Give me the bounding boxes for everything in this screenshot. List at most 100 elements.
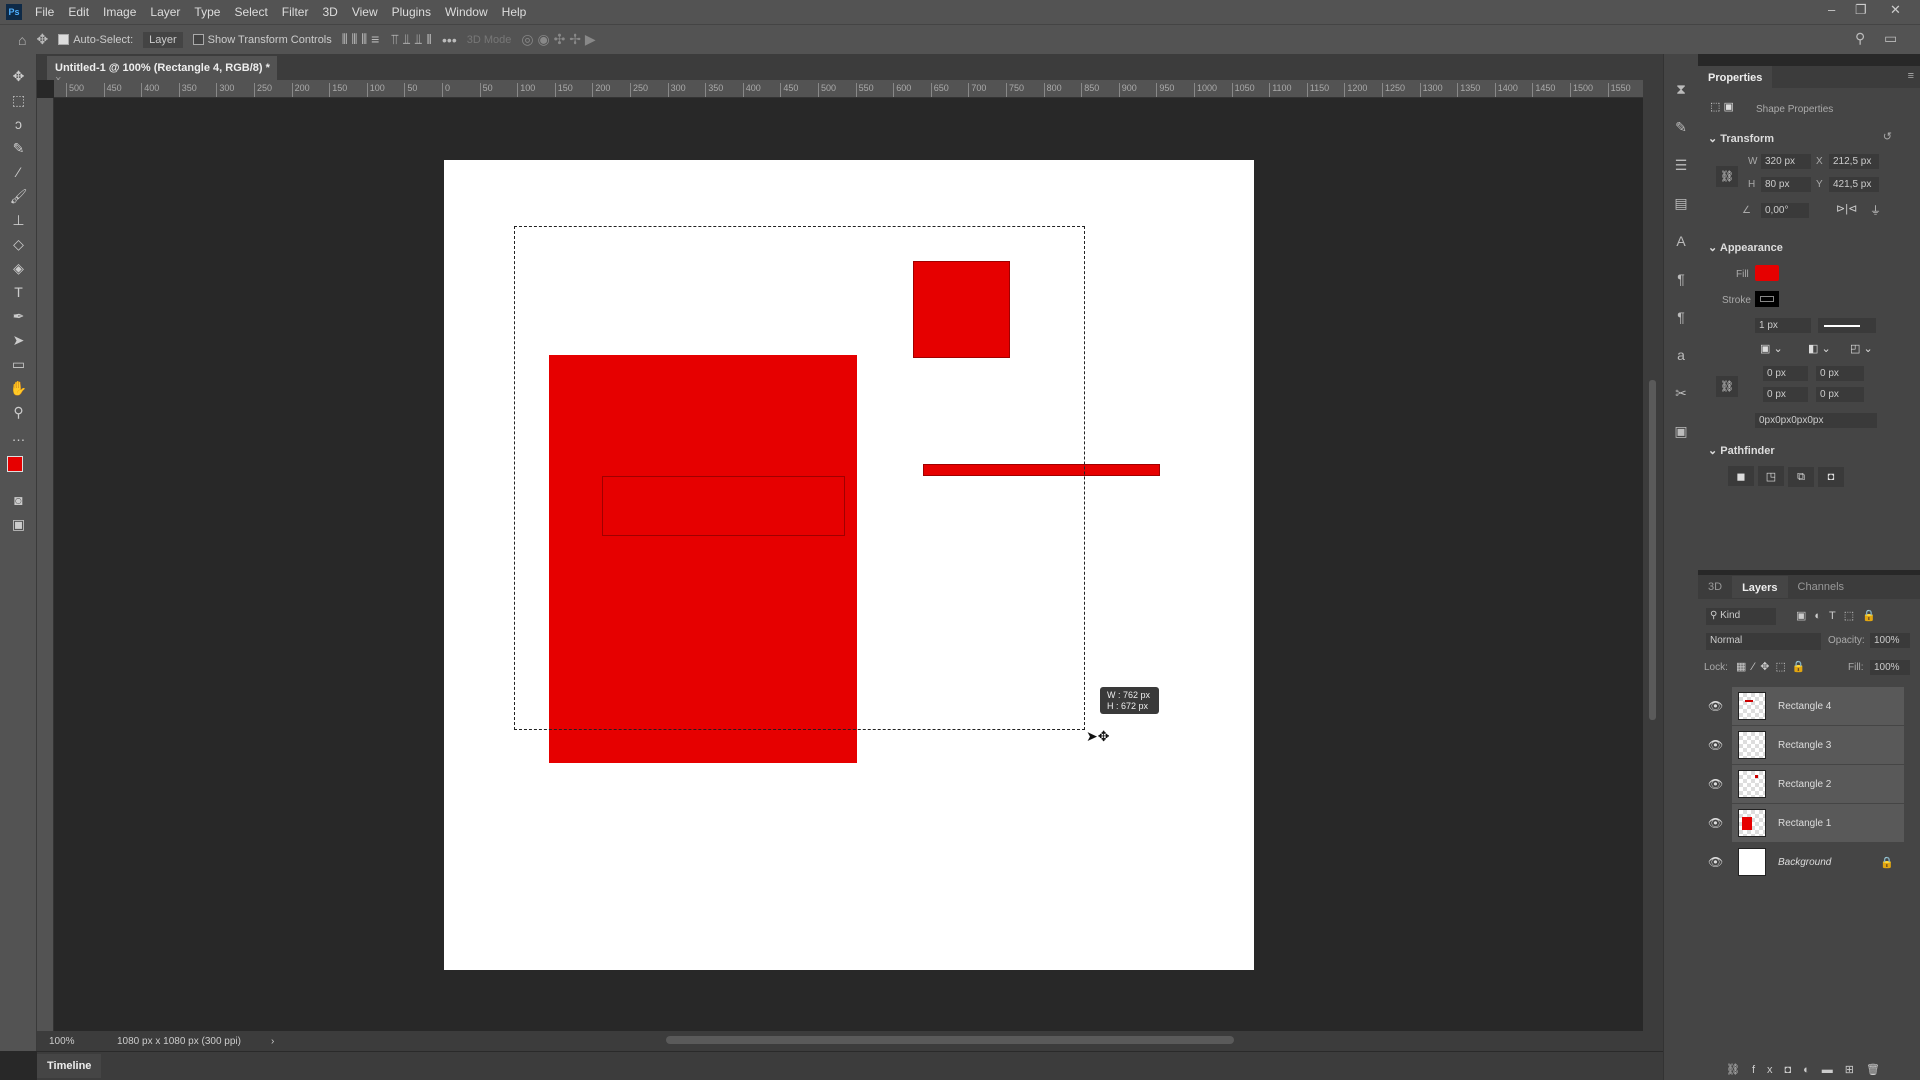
horizontal-scrollbar[interactable] (666, 1036, 1234, 1044)
transform-section[interactable]: ⌄ Transform (1708, 132, 1774, 145)
history-icon[interactable]: ⧗ (1664, 70, 1698, 108)
properties-tab[interactable]: Properties (1698, 66, 1773, 88)
status-arrow-icon[interactable]: › (271, 1036, 274, 1047)
type-tool-icon[interactable]: T (0, 280, 37, 304)
stroke-corner-icon[interactable]: ◰ ⌄ (1850, 342, 1873, 355)
lasso-tool-icon[interactable]: ↄ (0, 112, 37, 136)
menu-3d[interactable]: 3D (315, 5, 344, 19)
intersect-shapes-icon[interactable]: ⧉ (1788, 467, 1814, 487)
libraries-icon[interactable]: ▤ (1664, 184, 1698, 222)
visibility-eye-icon[interactable]: 👁 (1708, 738, 1723, 752)
path-select-tool-icon[interactable]: ➤ (0, 328, 37, 352)
hand-tool-icon[interactable]: ✋ (0, 376, 37, 400)
glyphs-icon[interactable]: a (1664, 336, 1698, 374)
angle-field[interactable]: 0,00° (1761, 203, 1809, 218)
menu-window[interactable]: Window (438, 5, 495, 19)
stroke-style-dropdown[interactable] (1818, 318, 1876, 333)
opacity-field[interactable]: 100% (1870, 633, 1910, 648)
layer-row-rectangle-1[interactable]: Rectangle 1 (1732, 804, 1904, 842)
pen-tool-icon[interactable]: ✒ (0, 304, 37, 328)
corner-bottom-right-field[interactable]: 0 px (1816, 387, 1864, 402)
reset-transform-icon[interactable]: ↺ (1883, 130, 1892, 143)
subtract-shape-icon[interactable]: ◳ (1758, 466, 1784, 486)
show-transform-controls-checkbox[interactable]: Show Transform Controls (192, 34, 332, 46)
menu-select[interactable]: Select (227, 5, 274, 19)
3d-tools-icons[interactable]: ◎ ◉ ✣ ✢ ▶ (521, 31, 595, 48)
link-icon[interactable]: ⛓ (1716, 166, 1738, 187)
layers-footer-icons[interactable]: ⛓fx◘◐▬⊞🗑 (1726, 1063, 1892, 1076)
visibility-eye-icon[interactable]: 👁 (1708, 816, 1723, 830)
panel-menu-icon[interactable]: ≡ (1908, 70, 1914, 82)
pathfinder-section[interactable]: ⌄ Pathfinder (1708, 444, 1775, 457)
menu-file[interactable]: File (28, 5, 61, 19)
menu-edit[interactable]: Edit (61, 5, 96, 19)
corner-top-left-field[interactable]: 0 px (1763, 366, 1808, 381)
tab-layers[interactable]: Layers (1732, 576, 1788, 598)
corner-bottom-left-field[interactable]: 0 px (1763, 387, 1808, 402)
move-tool-icon[interactable]: ✥ (36, 31, 48, 48)
screen-mode-icon[interactable]: ▣ (0, 512, 37, 536)
color-swatches[interactable] (0, 448, 36, 488)
menu-view[interactable]: View (345, 5, 385, 19)
menu-help[interactable]: Help (495, 5, 534, 19)
more-tools-icon[interactable]: … (0, 424, 37, 448)
align-icons[interactable]: ⫴ ⫴ ⫴ ≡ ⫪ ⫫ ⫫ ‖ (342, 31, 432, 48)
layer-row-background[interactable]: Background 🔒 (1732, 843, 1904, 881)
y-field[interactable]: 421,5 px (1829, 177, 1879, 192)
unite-shapes-icon[interactable]: ◼ (1728, 466, 1754, 486)
appearance-section[interactable]: ⌄ Appearance (1708, 241, 1783, 254)
search-icon[interactable]: ⚲ (1855, 30, 1865, 47)
stroke-align-icon[interactable]: ▣ ⌄ (1760, 342, 1783, 355)
layer-row-rectangle-2[interactable]: Rectangle 2 (1732, 765, 1904, 803)
lock-icons[interactable]: ▦⁄✥⬚🔒 (1736, 660, 1812, 673)
x-field[interactable]: 212,5 px (1829, 154, 1879, 169)
3d-panel-icon[interactable]: ▣ (1664, 412, 1698, 450)
brush-settings-icon[interactable]: ✎ (1664, 108, 1698, 146)
visibility-eye-icon[interactable]: 👁 (1708, 699, 1723, 713)
timeline-tab[interactable]: Timeline (37, 1054, 102, 1078)
corner-link-icon[interactable]: ⛓ (1716, 376, 1738, 397)
corner-top-right-field[interactable]: 0 px (1816, 366, 1864, 381)
auto-select-target-dropdown[interactable]: Layer (143, 31, 183, 48)
close-window-icon[interactable]: ✕ (1890, 2, 1901, 18)
zoom-level[interactable]: 100% (49, 1036, 109, 1047)
menu-image[interactable]: Image (96, 5, 143, 19)
home-icon[interactable]: ⌂ (18, 32, 26, 48)
brush-tool-icon[interactable]: 🖌 (0, 184, 37, 208)
exclude-overlap-icon[interactable]: ◘ (1818, 466, 1844, 487)
auto-select-checkbox[interactable]: Auto-Select: (58, 34, 133, 46)
zoom-tool-icon[interactable]: ⚲ (0, 400, 37, 424)
character-icon[interactable]: A (1664, 222, 1698, 260)
restore-icon[interactable]: ❐ (1855, 2, 1867, 18)
paragraph-icon[interactable]: ¶ (1664, 260, 1698, 298)
vertical-scrollbar[interactable] (1643, 80, 1663, 1031)
menu-filter[interactable]: Filter (275, 5, 316, 19)
more-icon[interactable]: ••• (442, 32, 457, 48)
layer-filter-icons[interactable]: ▣◐T⬚🔒 (1796, 609, 1884, 622)
tools-icon[interactable]: ✂ (1664, 374, 1698, 412)
eraser-tool-icon[interactable]: ◇ (0, 232, 37, 256)
foreground-color-swatch[interactable] (7, 456, 23, 472)
tab-3d[interactable]: 3D (1698, 581, 1732, 593)
layer-row-rectangle-3[interactable]: Rectangle 3 (1732, 726, 1904, 764)
workspace-icon[interactable]: ▭ (1884, 30, 1897, 47)
minimize-icon[interactable]: – (1828, 2, 1835, 17)
document-tab[interactable]: Untitled-1 @ 100% (Rectangle 4, RGB/8) *… (47, 56, 277, 86)
visibility-eye-icon[interactable]: 👁 (1708, 855, 1723, 869)
stroke-cap-icon[interactable]: ◧ ⌄ (1808, 342, 1831, 355)
quick-select-tool-icon[interactable]: ✎ (0, 136, 37, 160)
rectangle-tool-icon[interactable]: ▭ (0, 352, 37, 376)
blend-mode-dropdown[interactable]: Normal (1706, 633, 1821, 650)
visibility-eye-icon[interactable]: 👁 (1708, 777, 1723, 791)
adjustments-icon[interactable]: ☰ (1664, 146, 1698, 184)
marquee-tool-icon[interactable]: ⬚ (0, 88, 37, 112)
flip-vertical-icon[interactable]: ⏚ (1870, 202, 1881, 218)
gradient-tool-icon[interactable]: ◈ (0, 256, 37, 280)
tab-channels[interactable]: Channels (1788, 581, 1854, 593)
selection-marquee[interactable] (514, 226, 1085, 730)
fill-field[interactable]: 100% (1870, 660, 1910, 675)
stamp-tool-icon[interactable]: ⊥ (0, 208, 37, 232)
corner-string-field[interactable]: 0px0px0px0px (1755, 413, 1877, 428)
width-field[interactable]: 320 px (1761, 154, 1811, 169)
fill-color-swatch[interactable] (1755, 265, 1779, 281)
